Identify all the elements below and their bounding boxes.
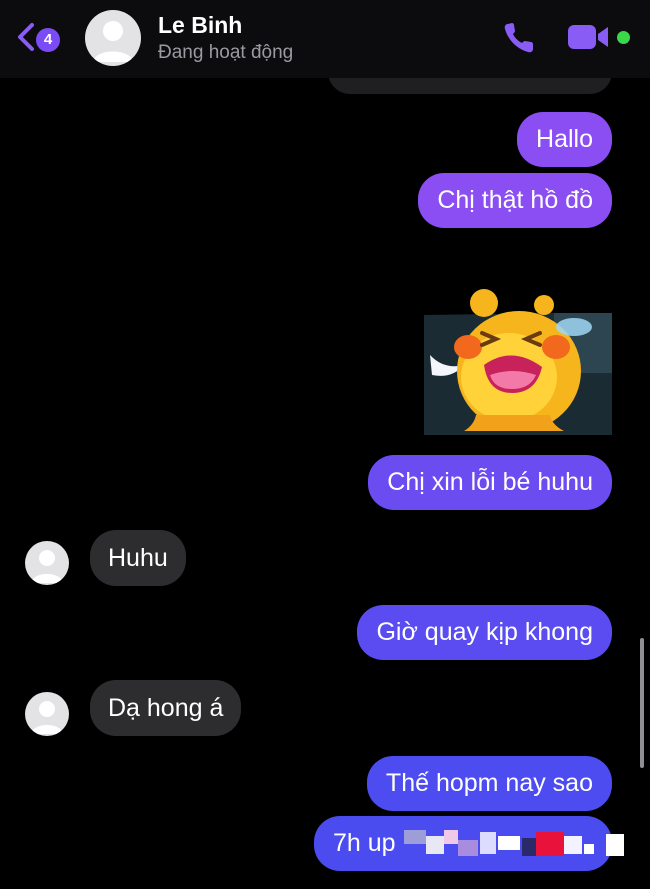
message-outgoing[interactable]: Hallo	[517, 112, 612, 167]
pixelated-redaction	[400, 822, 635, 872]
video-camera-icon	[568, 25, 608, 49]
contact-avatar-small[interactable]	[25, 692, 69, 736]
contact-avatar[interactable]	[85, 10, 141, 66]
sticker-crying-mascot[interactable]	[424, 275, 612, 435]
message-text: Huhu	[108, 543, 168, 572]
default-avatar-icon	[31, 701, 63, 734]
message-outgoing[interactable]: Thế hopm nay sao	[366, 756, 612, 811]
chevron-left-icon	[18, 23, 34, 51]
message-text: Chị xin lỗi bé huhu	[387, 468, 593, 496]
online-status-dot	[617, 31, 630, 44]
contact-name[interactable]: Le Binh	[158, 12, 242, 39]
audio-call-button[interactable]	[500, 18, 542, 58]
message-outgoing[interactable]: Chị xin lỗi bé huhu	[368, 455, 612, 510]
message-outgoing[interactable]: Chị thật hồ đồ	[418, 173, 612, 228]
message-text: Hallo	[536, 125, 593, 153]
message-text: Chị thật hồ đồ	[437, 186, 593, 214]
message-text: Dạ hong á	[108, 693, 224, 722]
default-avatar-icon	[93, 21, 133, 62]
phone-icon	[504, 23, 533, 53]
default-avatar-icon	[31, 550, 63, 583]
video-call-button[interactable]	[566, 22, 612, 54]
message-outgoing[interactable]: Giờ quay kịp khong	[357, 605, 612, 660]
message-text: 7h up	[333, 829, 396, 857]
message-incoming[interactable]: Dạ hong á	[90, 680, 242, 736]
scrollbar[interactable]	[640, 638, 644, 768]
unread-count-badge: 4	[36, 28, 60, 52]
message-text: Giờ quay kịp khong	[376, 618, 593, 646]
message-text: Thế hopm nay sao	[385, 769, 593, 797]
chat-header: 4 Le Binh Đang hoạt động	[0, 0, 650, 78]
message-incoming[interactable]: Huhu	[90, 530, 186, 586]
contact-status: Đang hoạt động	[158, 42, 294, 63]
contact-avatar-small[interactable]	[25, 541, 69, 585]
back-button[interactable]: 4	[14, 18, 74, 58]
